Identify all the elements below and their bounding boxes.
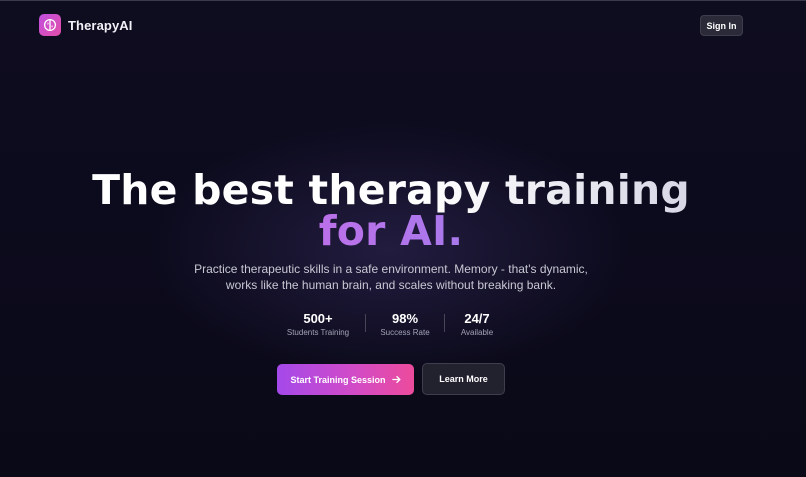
stat-availability: 24/7 Available xyxy=(432,311,522,337)
hero-description-line2: works like the human brain, and scales w… xyxy=(225,277,557,292)
top-border xyxy=(0,0,806,1)
brain-icon xyxy=(39,14,61,36)
app-name: TherapyAI xyxy=(68,17,133,33)
arrow-right-icon xyxy=(391,375,401,384)
stats-row: 500+ Students Training 98% Success Rate … xyxy=(0,311,806,341)
stat-label: Students Training xyxy=(286,328,350,337)
hero-title: The best therapy training for AI. xyxy=(0,170,782,252)
stat-value: 500+ xyxy=(303,311,333,326)
sign-in-button[interactable]: Sign In xyxy=(700,15,743,36)
start-training-label: Start Training Session xyxy=(290,374,386,385)
logo[interactable]: TherapyAI xyxy=(39,14,132,36)
hero-title-highlight: for AI. xyxy=(0,211,782,252)
hero-description-line1: Practice therapeutic skills in a safe en… xyxy=(194,262,588,276)
stat-label: Available xyxy=(460,328,494,337)
start-training-button[interactable]: Start Training Session xyxy=(277,364,414,395)
learn-more-button[interactable]: Learn More xyxy=(422,363,505,395)
hero-description: Practice therapeutic skills in a safe en… xyxy=(0,262,782,293)
stat-value: 24/7 xyxy=(464,311,490,326)
stat-students: 500+ Students Training xyxy=(273,311,363,337)
